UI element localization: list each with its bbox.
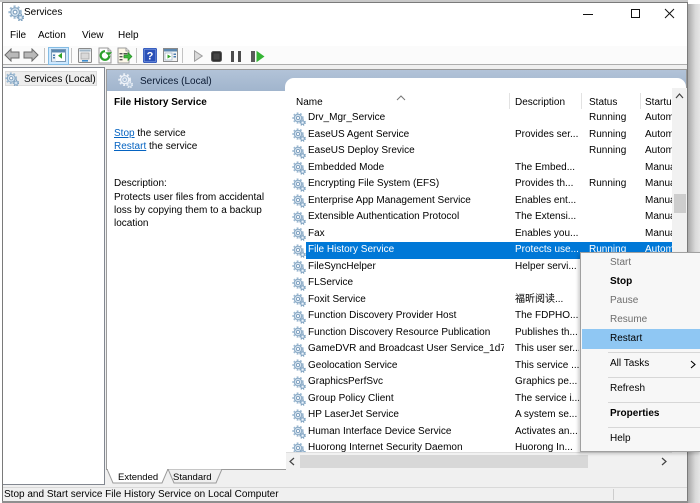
svg-text:?: ? bbox=[147, 51, 154, 63]
